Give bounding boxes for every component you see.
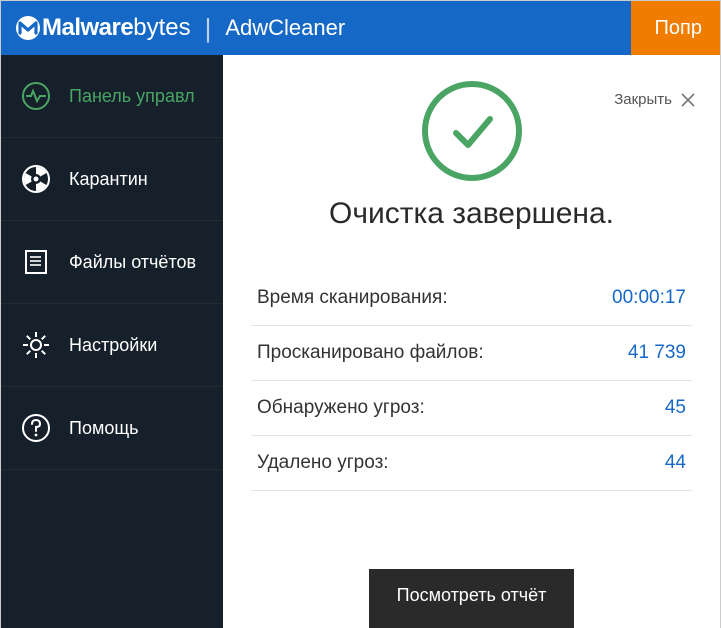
header-action-button[interactable]: Попр	[631, 1, 720, 55]
stat-value: 44	[665, 452, 686, 474]
sidebar-item-quarantine[interactable]: Карантин	[1, 138, 223, 221]
sidebar-item-reports[interactable]: Файлы отчётов	[1, 221, 223, 304]
sidebar-item-label: Настройки	[69, 335, 157, 356]
footer: Посмотреть отчёт	[223, 569, 720, 628]
document-icon	[19, 247, 53, 277]
brand-logo: Malwarebytes	[15, 14, 191, 42]
logo-icon	[15, 15, 41, 41]
main-panel: Закрыть Очистка завершена. Время сканиро…	[223, 55, 720, 628]
stat-row-scan-time: Время сканирования: 00:00:17	[251, 271, 692, 326]
close-icon	[680, 92, 696, 108]
stat-row-threats-removed: Удалено угроз: 44	[251, 436, 692, 491]
stat-value: 41 739	[628, 342, 686, 364]
stat-value: 45	[665, 397, 686, 419]
sidebar-item-label: Помощь	[69, 418, 139, 439]
radiation-icon	[19, 164, 53, 194]
activity-icon	[19, 81, 53, 111]
stat-row-files-scanned: Просканировано файлов: 41 739	[251, 326, 692, 381]
stat-label: Просканировано файлов:	[257, 342, 484, 364]
stat-label: Обнаружено угроз:	[257, 397, 425, 419]
sidebar-item-settings[interactable]: Настройки	[1, 304, 223, 387]
gear-icon	[19, 330, 53, 360]
sidebar-item-label: Карантин	[69, 169, 148, 190]
stat-row-threats-found: Обнаружено угроз: 45	[251, 381, 692, 436]
sidebar-item-help[interactable]: Помощь	[1, 387, 223, 470]
stat-value: 00:00:17	[612, 287, 686, 309]
app-header: Malwarebytes | AdwCleaner Попр	[1, 1, 720, 55]
result-title: Очистка завершена.	[223, 197, 720, 231]
stat-label: Время сканирования:	[257, 287, 448, 309]
sidebar-item-label: Панель управл	[69, 86, 195, 107]
view-report-button[interactable]: Посмотреть отчёт	[369, 569, 575, 628]
brand-text-light: bytes	[133, 14, 190, 42]
success-check-icon	[422, 81, 522, 181]
close-label: Закрыть	[614, 91, 672, 108]
header-divider: |	[205, 13, 212, 44]
stats-table: Время сканирования: 00:00:17 Просканиров…	[251, 271, 692, 491]
product-name: AdwCleaner	[225, 15, 345, 41]
sidebar-item-dashboard[interactable]: Панель управл	[1, 55, 223, 138]
close-button[interactable]: Закрыть	[614, 91, 696, 108]
help-icon	[19, 413, 53, 443]
brand-text-bold: Malware	[42, 14, 133, 42]
stat-label: Удалено угроз:	[257, 452, 389, 474]
sidebar-item-label: Файлы отчётов	[69, 252, 196, 273]
sidebar: Панель управл Карантин	[1, 55, 223, 628]
